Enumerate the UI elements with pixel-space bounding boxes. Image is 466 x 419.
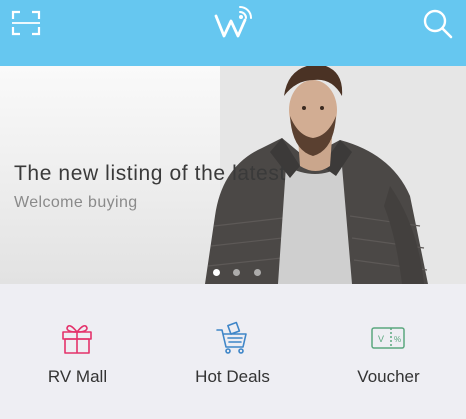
svg-text:V: V: [378, 334, 384, 344]
top-bar: [0, 0, 466, 66]
voucher-label: Voucher: [357, 367, 420, 386]
feature-shortcuts: RV Mall Hot Deals V % Voucher: [0, 284, 466, 419]
carousel-indicator: [213, 269, 270, 277]
hot-deals-button[interactable]: Hot Deals: [155, 284, 310, 419]
carousel-dot-2[interactable]: [233, 269, 241, 276]
promo-banner[interactable]: The new listing of the latest Welcome bu…: [0, 66, 466, 284]
gift-icon: [62, 324, 92, 354]
svg-text:%: %: [394, 335, 401, 344]
banner-subtitle: Welcome buying: [14, 194, 138, 211]
brand-logo: [214, 6, 252, 38]
voucher-icon: V %: [371, 327, 405, 349]
voucher-button[interactable]: V % Voucher: [311, 284, 466, 419]
search-icon[interactable]: [422, 8, 454, 40]
carousel-dot-1[interactable]: [213, 269, 220, 276]
banner-title: The new listing of the latest: [14, 162, 286, 185]
rv-mall-button[interactable]: RV Mall: [0, 284, 155, 419]
hot-deals-label: Hot Deals: [195, 367, 270, 386]
carousel-dot-3[interactable]: [253, 269, 261, 276]
scan-icon[interactable]: [11, 10, 41, 36]
rv-mall-label: RV Mall: [47, 367, 108, 386]
shopping-cart-icon: [216, 321, 247, 354]
